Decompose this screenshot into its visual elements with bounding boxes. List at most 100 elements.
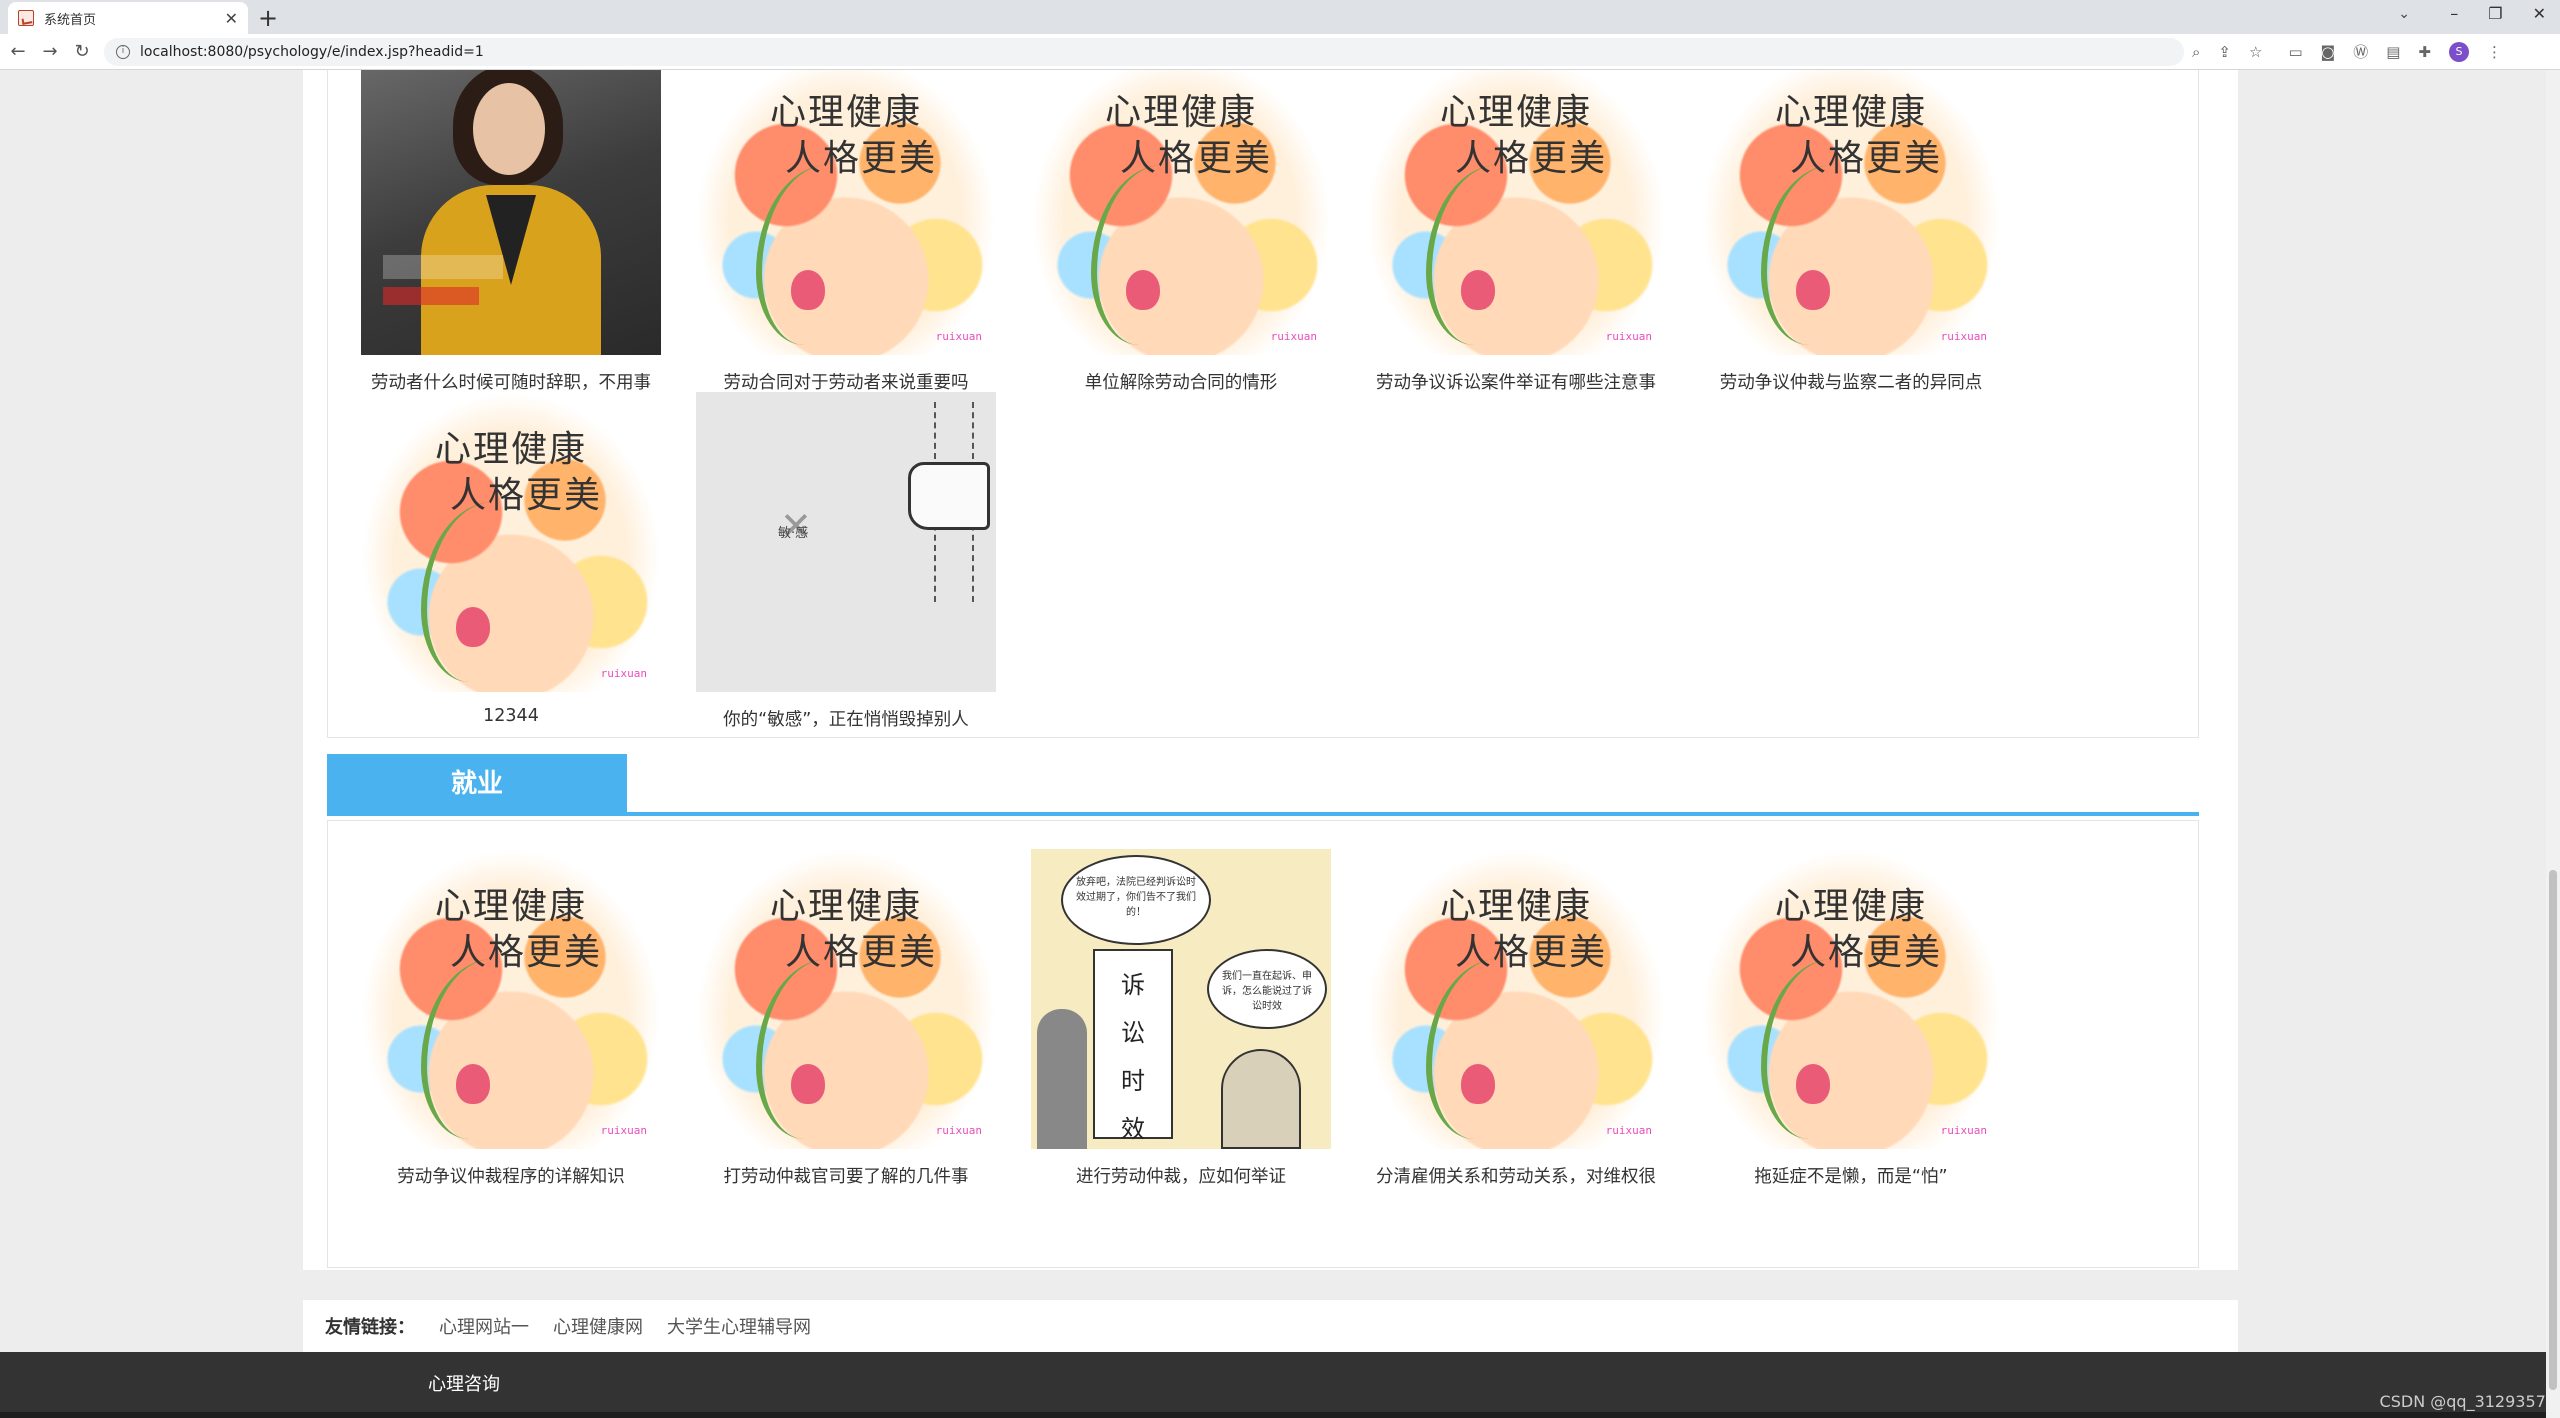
poster-line-1: 心理健康 (1439, 92, 1592, 133)
footer-nav-link[interactable]: 心理咨询 (428, 1370, 500, 1396)
zoom-icon[interactable]: ⌕ (2192, 43, 2200, 61)
heart-decoration (456, 1064, 490, 1104)
photo-caption-bar-red (383, 287, 479, 305)
poster-line-2: 人格更美 (1789, 138, 1942, 179)
friend-link-1[interactable]: 心理网站一 (439, 1313, 529, 1339)
scroll-char: 讼 (1121, 1019, 1145, 1047)
page-scrollbar[interactable] (2546, 70, 2560, 1418)
article-card[interactable]: 放弃吧，法院已经判诉讼时效过期了，你们告不了我们的！ 我们一直在起诉、申诉，怎么能… (1031, 849, 1331, 1188)
scroll-char: 诉 (1121, 971, 1145, 999)
article-card[interactable]: 心理健康人格更美 ruixuan 12344 (361, 392, 661, 726)
cartoon-image[interactable]: 放弃吧，法院已经判诉讼时效过期了，你们告不了我们的！ 我们一直在起诉、申诉，怎么能… (1031, 849, 1331, 1149)
article-card[interactable]: 心理健康人格更美 ruixuan 劳动争议仲裁与监察二者的异同点 (1701, 70, 2001, 394)
poster-line-2: 人格更美 (1454, 138, 1607, 179)
article-card[interactable]: ✕ 敏·感你的“敏感”，正在悄悄毁掉别人 (696, 392, 996, 731)
friend-link-3[interactable]: 大学生心理辅导网 (667, 1313, 811, 1339)
article-title[interactable]: 劳动争议仲裁与监察二者的异同点 (1701, 369, 2001, 394)
article-title[interactable]: 进行劳动仲裁，应如何举证 (1031, 1163, 1331, 1188)
poster-image[interactable]: 心理健康 人格更美 ruixuan (696, 70, 996, 355)
reload-icon[interactable]: ↻ (68, 41, 96, 62)
tab-strip: 系统首页 ✕ + ⌄ – ❐ ✕ (0, 0, 2560, 34)
address-bar[interactable]: i localhost:8080/psychology/e/index.jsp?… (104, 37, 2184, 66)
close-tab-icon[interactable]: ✕ (225, 9, 238, 28)
article-card[interactable]: 心理健康 人格更美 ruixuan 劳动争议诉讼案件举证有哪些注意事 (1366, 70, 1666, 394)
heart-decoration (1461, 1064, 1495, 1104)
heart-decoration (791, 1064, 825, 1104)
back-icon[interactable]: ← (4, 41, 32, 62)
forward-icon[interactable]: → (36, 41, 64, 62)
article-card[interactable]: 劳动者什么时候可随时辞职，不用事 (361, 70, 661, 394)
vine-decoration (756, 165, 876, 345)
heart-decoration (1796, 1064, 1830, 1104)
puzzle-icon[interactable]: ✚ (2418, 43, 2431, 61)
article-card[interactable]: 心理健康 人格更美 ruixuan 劳动合同对于劳动者来说重要吗 (696, 70, 996, 394)
new-tab-icon[interactable]: + (258, 4, 278, 32)
article-title[interactable]: 劳动合同对于劳动者来说重要吗 (696, 369, 996, 394)
site-info-icon[interactable]: i (116, 44, 130, 59)
browser-tab[interactable]: 系统首页 ✕ (8, 2, 248, 34)
tab-search-chevron-icon[interactable]: ⌄ (2398, 6, 2410, 22)
vine-decoration (756, 959, 876, 1139)
article-title[interactable]: 拖延症不是懒，而是“怕” (1701, 1163, 2001, 1188)
poster-watermark: ruixuan (1270, 330, 1317, 343)
article-title[interactable]: 劳动争议诉讼案件举证有哪些注意事 (1366, 369, 1666, 394)
restore-icon[interactable]: ❐ (2488, 4, 2502, 23)
speech-bubble-2-text: 我们一直在起诉、申诉，怎么能说过了诉讼时效 (1222, 971, 1312, 1012)
poster-line-2: 人格更美 (449, 475, 602, 516)
poster-image[interactable]: 心理健康 人格更美 ruixuan (1031, 70, 1331, 355)
article-title[interactable]: 你的“敏感”，正在悄悄毁掉别人 (696, 706, 996, 731)
article-title[interactable]: 12344 (361, 706, 661, 726)
w-extension-icon[interactable]: Ⓦ (2353, 41, 2368, 62)
poster-line-2: 人格更美 (784, 138, 937, 179)
article-card[interactable]: 心理健康 人格更美 ruixuan 单位解除劳动合同的情形 (1031, 70, 1331, 394)
poster-watermark: ruixuan (935, 1124, 982, 1137)
heart-decoration (1796, 270, 1830, 310)
poster-line-1: 心理健康 (1774, 92, 1927, 133)
poster-line-1: 心理健康 (1774, 886, 1927, 927)
poster-image[interactable]: 心理健康人格更美 ruixuan (361, 392, 661, 692)
close-window-icon[interactable]: ✕ (2533, 4, 2546, 23)
friend-link-2[interactable]: 心理健康网 (553, 1313, 643, 1339)
poster-watermark: ruixuan (1940, 330, 1987, 343)
poster-line-2: 人格更美 (784, 932, 937, 973)
article-title[interactable]: 单位解除劳动合同的情形 (1031, 369, 1331, 394)
scrollbar-thumb[interactable] (2549, 870, 2557, 1390)
section-divider (327, 812, 2199, 816)
taskbar-strip (0, 1412, 2560, 1418)
presenter-photo[interactable] (361, 70, 661, 355)
poster-image[interactable]: 心理健康 人格更美 ruixuan (1366, 70, 1666, 355)
profile-avatar[interactable]: S (2448, 41, 2469, 62)
poster-line-1: 心理健康 (434, 429, 587, 470)
poster-image[interactable]: 心理健康人格更美 ruixuan (1701, 70, 2001, 355)
article-title[interactable]: 打劳动仲裁官司要了解的几件事 (696, 1163, 996, 1188)
minimize-icon[interactable]: – (2450, 4, 2458, 23)
article-title[interactable]: 劳动争议仲裁程序的详解知识 (361, 1163, 661, 1188)
share-icon[interactable]: ⇪ (2218, 43, 2231, 61)
poster-image[interactable]: 心理健康 人格更美 ruixuan (361, 849, 661, 1149)
image-extension-icon[interactable]: ▤ (2386, 43, 2400, 61)
photo-caption-bar (383, 255, 503, 279)
vine-decoration (421, 502, 541, 682)
article-title[interactable]: 分清雇佣关系和劳动关系，对维权很 (1366, 1163, 1666, 1188)
article-card[interactable]: 心理健康 人格更美 ruixuan 分清雇佣关系和劳动关系，对维权很 (1366, 849, 1666, 1188)
speech-bubble-1-text: 放弃吧，法院已经判诉讼时效过期了，你们告不了我们的！ (1076, 877, 1196, 918)
article-title[interactable]: 劳动者什么时候可随时辞职，不用事 (361, 369, 661, 394)
sketch-text: 敏·感 (778, 526, 809, 541)
poster-image[interactable]: 心理健康 人格更美 ruixuan (1366, 849, 1666, 1149)
sketch-image[interactable]: ✕ 敏·感 (696, 392, 996, 692)
poster-line-1: 心理健康 (1104, 92, 1257, 133)
poster-image[interactable]: 心理健康 人格更美 ruixuan (1701, 849, 2001, 1149)
article-card[interactable]: 心理健康 人格更美 ruixuan 打劳动仲裁官司要了解的几件事 (696, 849, 996, 1188)
heart-decoration (456, 607, 490, 647)
photo-face (473, 83, 545, 175)
extension-icon[interactable]: ▭ (2288, 43, 2302, 61)
poster-watermark: ruixuan (600, 667, 647, 680)
menu-kebab-icon[interactable]: ⋮ (2487, 43, 2502, 61)
poster-image[interactable]: 心理健康 人格更美 ruixuan (696, 849, 996, 1149)
camera-icon[interactable]: ◙ (2321, 43, 2336, 61)
bookmark-star-icon[interactable]: ☆ (2249, 43, 2262, 61)
section-title[interactable]: 就业 (327, 754, 627, 814)
article-card[interactable]: 心理健康 人格更美 ruixuan 劳动争议仲裁程序的详解知识 (361, 849, 661, 1188)
poster-line-1: 心理健康 (434, 886, 587, 927)
article-card[interactable]: 心理健康 人格更美 ruixuan 拖延症不是懒，而是“怕” (1701, 849, 2001, 1188)
